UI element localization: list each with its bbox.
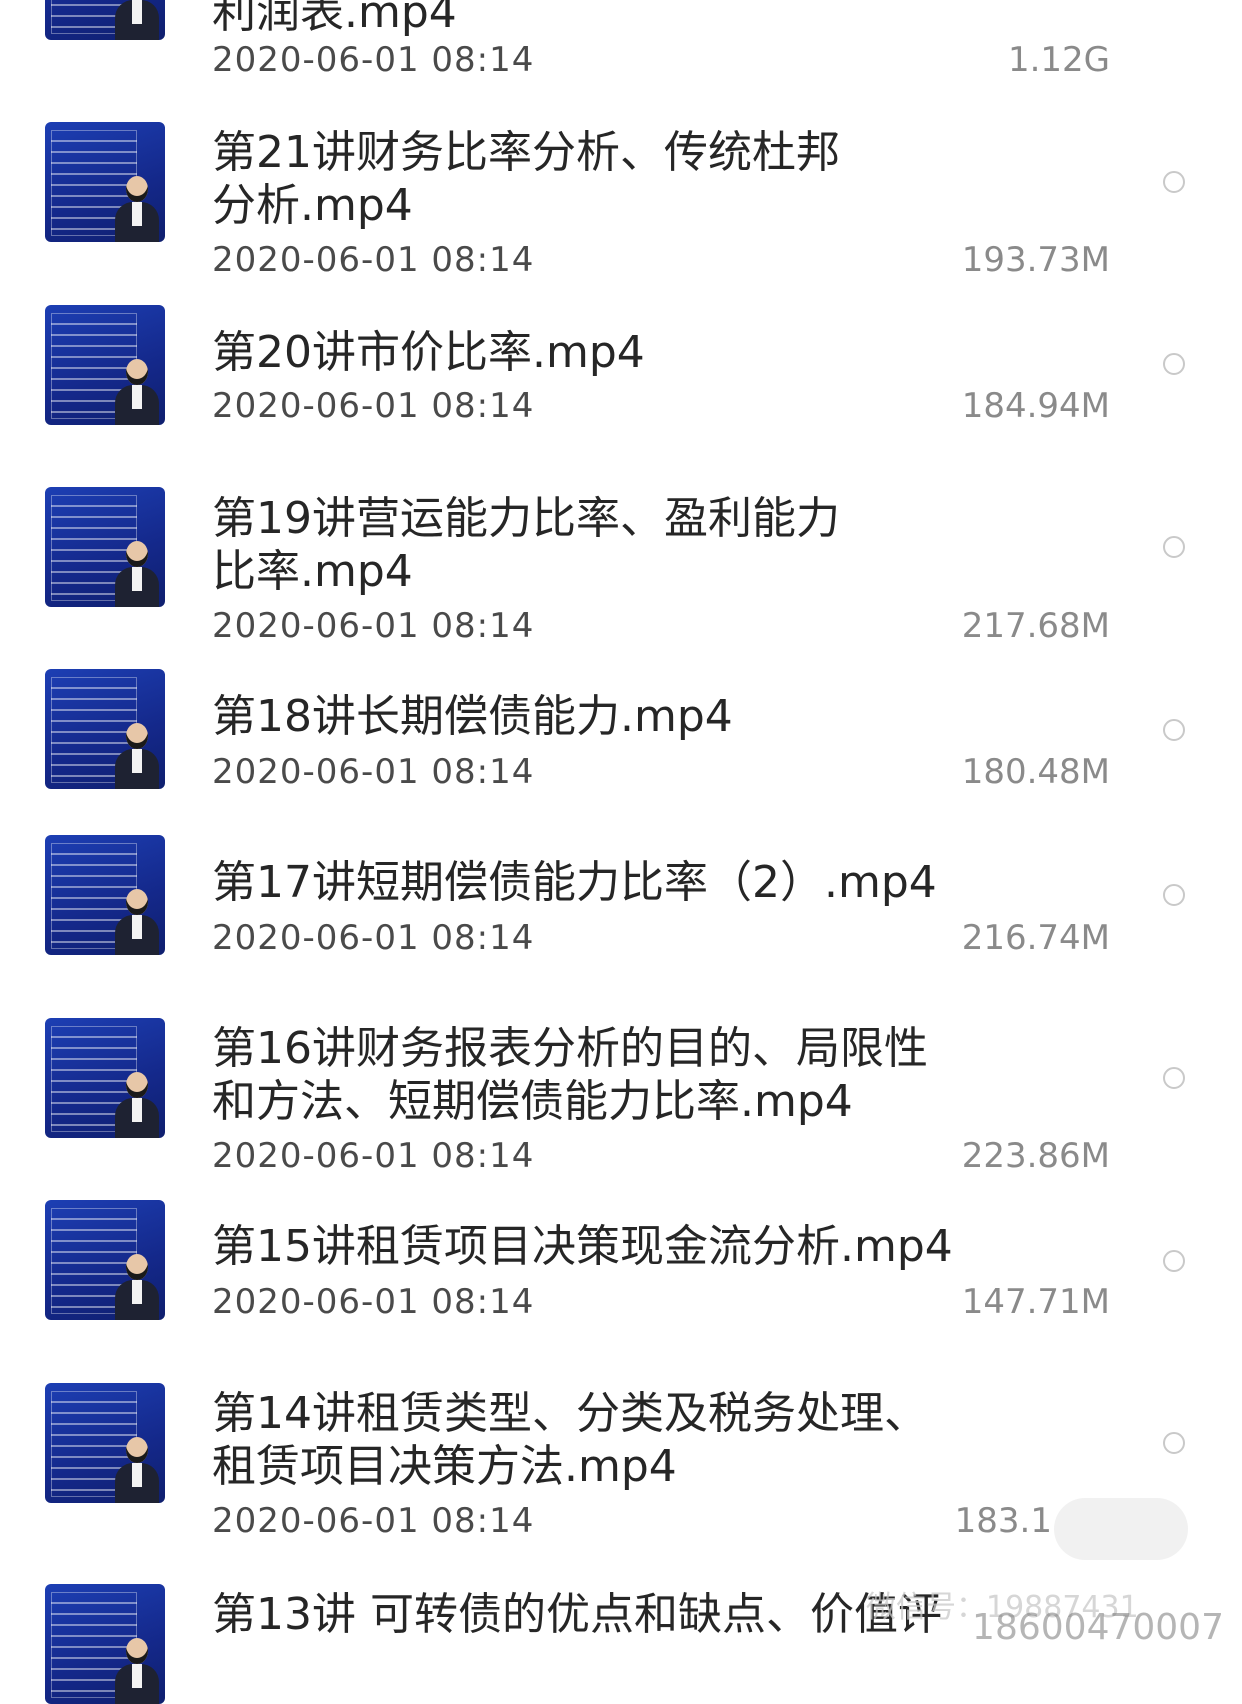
file-title-line: 分析.mp4 — [212, 180, 413, 231]
lecturer-figure — [115, 885, 159, 955]
file-title-line: 第21讲财务比率分析、传统杜邦 — [212, 127, 840, 178]
file-date: 2020-06-01 08:14 — [212, 752, 535, 792]
file-title: 第15讲租赁项目决策现金流分析.mp4 — [212, 1220, 972, 1273]
file-title-line: 利润表.mp4 — [212, 0, 457, 38]
select-radio[interactable] — [1163, 719, 1185, 741]
select-radio[interactable] — [1163, 171, 1185, 193]
file-title-line: 第17讲短期偿债能力比率（2）.mp4 — [212, 857, 937, 908]
video-thumbnail — [45, 835, 165, 955]
file-title-line: 第15讲租赁项目决策现金流分析.mp4 — [212, 1221, 953, 1272]
file-date: 2020-06-01 08:14 — [212, 386, 535, 426]
file-date: 2020-06-01 08:14 — [212, 606, 535, 646]
watermark-phone: 18600470007 — [972, 1607, 1224, 1648]
video-thumbnail — [45, 0, 165, 40]
file-date: 2020-06-01 08:14 — [212, 240, 535, 280]
floating-action-pill[interactable] — [1054, 1498, 1188, 1560]
file-size: 184.94M — [961, 386, 1110, 426]
select-radio[interactable] — [1163, 1067, 1185, 1089]
video-thumbnail — [45, 305, 165, 425]
video-thumbnail — [45, 1584, 165, 1704]
file-size: 1.12G — [1007, 40, 1110, 80]
file-date: 2020-06-01 08:14 — [212, 1136, 535, 1176]
file-size: 216.74M — [961, 918, 1110, 958]
file-title: 第16讲财务报表分析的目的、局限性 和方法、短期偿债能力比率.mp4 — [212, 1022, 972, 1128]
file-size: 147.71M — [961, 1282, 1110, 1322]
video-thumbnail — [45, 1018, 165, 1138]
lecturer-figure — [115, 172, 159, 242]
lecturer-figure — [115, 1068, 159, 1138]
file-size: 180.48M — [961, 752, 1110, 792]
select-radio[interactable] — [1163, 1250, 1185, 1272]
file-title-line: 比率.mp4 — [212, 546, 413, 597]
file-title: 第17讲短期偿债能力比率（2）.mp4 — [212, 856, 972, 909]
file-title-line: 和方法、短期偿债能力比率.mp4 — [212, 1076, 853, 1127]
file-title-line: 第16讲财务报表分析的目的、局限性 — [212, 1023, 928, 1074]
video-thumbnail — [45, 1383, 165, 1503]
file-date: 2020-06-01 08:14 — [212, 1501, 535, 1541]
lecturer-figure — [115, 355, 159, 425]
select-radio[interactable] — [1163, 536, 1185, 558]
file-title-line: 第18讲长期偿债能力.mp4 — [212, 691, 733, 742]
lecturer-figure — [115, 719, 159, 789]
file-size: 193.73M — [961, 240, 1110, 280]
select-radio[interactable] — [1163, 353, 1185, 375]
lecturer-figure — [115, 0, 159, 40]
file-title-line: 第14讲租赁类型、分类及税务处理、 — [212, 1388, 928, 1439]
video-thumbnail — [45, 1200, 165, 1320]
lecturer-figure — [115, 1433, 159, 1503]
file-date: 2020-06-01 08:14 — [212, 918, 535, 958]
file-date: 2020-06-01 08:14 — [212, 40, 535, 80]
lecturer-figure — [115, 1634, 159, 1704]
file-title: 第21讲财务比率分析、传统杜邦 分析.mp4 — [212, 126, 972, 232]
video-thumbnail — [45, 122, 165, 242]
file-size: 223.86M — [961, 1136, 1110, 1176]
file-title: 第20讲市价比率.mp4 — [212, 326, 972, 379]
file-size: 217.68M — [961, 606, 1110, 646]
file-title: 利润表.mp4 — [212, 0, 972, 39]
lecturer-figure — [115, 1250, 159, 1320]
file-title-line: 第19讲营运能力比率、盈利能力 — [212, 493, 840, 544]
lecturer-figure — [115, 537, 159, 607]
file-title-line: 第13讲 可转债的优点和缺点、价值评 — [212, 1589, 942, 1640]
file-date: 2020-06-01 08:14 — [212, 1282, 535, 1322]
video-thumbnail — [45, 487, 165, 607]
file-title: 第14讲租赁类型、分类及税务处理、 租赁项目决策方法.mp4 — [212, 1387, 972, 1493]
select-radio[interactable] — [1163, 1432, 1185, 1454]
select-radio[interactable] — [1163, 884, 1185, 906]
video-thumbnail — [45, 669, 165, 789]
file-title: 第13讲 可转债的优点和缺点、价值评 — [212, 1588, 972, 1641]
file-title: 第18讲长期偿债能力.mp4 — [212, 690, 972, 743]
file-size: 183.1 — [954, 1501, 1052, 1541]
file-title-line: 第20讲市价比率.mp4 — [212, 327, 645, 378]
file-title: 第19讲营运能力比率、盈利能力 比率.mp4 — [212, 492, 972, 598]
file-title-line: 租赁项目决策方法.mp4 — [212, 1441, 677, 1492]
